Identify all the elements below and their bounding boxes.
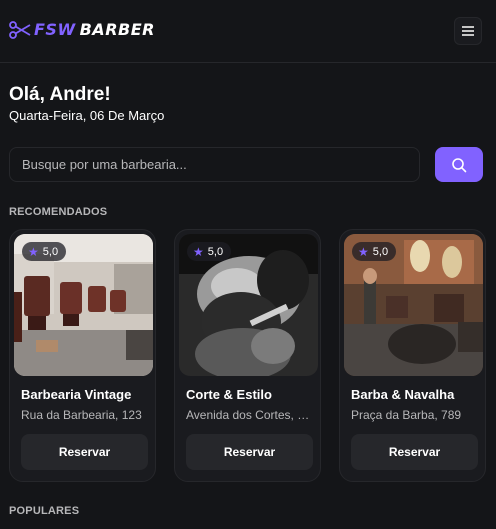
logo-barber-text: BARBER [79,20,155,39]
section-title-recommended: RECOMENDADOS [9,206,108,218]
barbershop-name: Corte & Estilo [186,387,272,402]
barbershop-image: ★ 5,0 [179,234,318,376]
reserve-button[interactable]: Reservar [351,434,478,470]
rating-badge: ★ 5,0 [22,242,67,261]
star-icon: ★ [193,244,204,259]
rating-value: 5,0 [372,245,389,258]
barbershop-name: Barba & Navalha [351,387,455,402]
barbershop-name: Barbearia Vintage [21,387,132,402]
menu-icon [462,26,474,36]
barbershop-address: Avenida dos Cortes, 456 [186,408,312,422]
star-icon: ★ [28,244,39,259]
barbershop-image: ★ 5,0 [14,234,153,376]
search-input[interactable] [9,147,420,182]
menu-button[interactable] [454,17,482,45]
section-title-popular: POPULARES [9,505,80,517]
barbershop-card: ★ 5,0 Barba & Navalha Praça da Barba, 78… [339,229,486,482]
logo-fsw-text: FSW [34,20,76,39]
search-icon [452,157,467,172]
rating-badge: ★ 5,0 [187,242,232,261]
reserve-button[interactable]: Reservar [186,434,313,470]
star-icon: ★ [358,244,369,259]
rating-badge: ★ 5,0 [352,242,397,261]
search-button[interactable] [435,147,483,182]
rating-value: 5,0 [42,245,59,258]
barbershop-card: ★ 5,0 Barbearia Vintage Rua da Barbearia… [9,229,156,482]
greeting-title: Olá, Andre! [9,84,111,105]
barbershop-address: Praça da Barba, 789 [351,408,462,422]
barbershop-card: ★ 5,0 Corte & Estilo Avenida dos Cortes,… [174,229,321,482]
barbershop-image: ★ 5,0 [344,234,483,376]
barbershop-address: Rua da Barbearia, 123 [21,408,142,422]
current-date: Quarta-Feira, 06 De Março [9,108,165,123]
scissors-icon [9,21,31,39]
reserve-button[interactable]: Reservar [21,434,148,470]
rating-value: 5,0 [207,245,224,258]
app-header: FSW BARBER [0,0,496,63]
logo[interactable]: FSW BARBER [9,19,155,41]
